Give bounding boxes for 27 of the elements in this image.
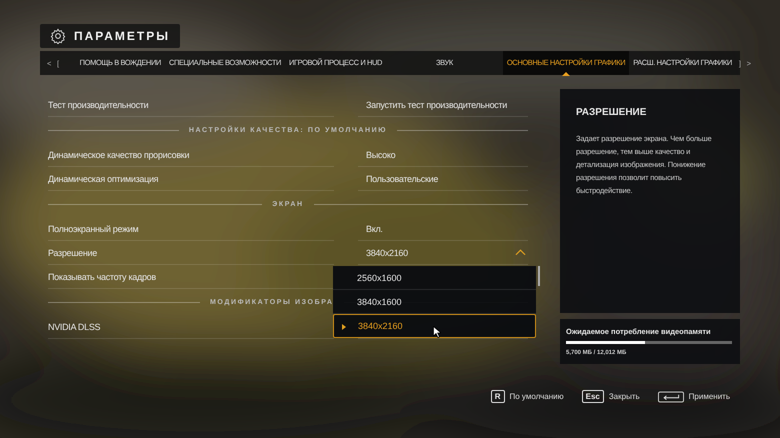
dropdown-option[interactable]: 3840x2160 [333, 314, 536, 338]
setting-label: Разрешение [48, 248, 97, 258]
setting-label: NVIDIA DLSS [48, 322, 100, 332]
setting-label: Полноэкранный режим [48, 224, 138, 234]
setting-label: Динамическое качество прорисовки [48, 150, 190, 160]
window-title: ПАРАМЕТРЫ [74, 29, 170, 43]
pointer-icon [342, 324, 346, 330]
enter-key-icon [658, 390, 684, 402]
dropdown-option[interactable]: 2560x1600 [333, 266, 536, 290]
dropdown-option[interactable]: 3840x1600 [333, 290, 536, 314]
hint-button[interactable]: Закрыть [608, 392, 640, 401]
settings-icon [50, 28, 66, 44]
setting-value[interactable]: 3840x2160 [366, 248, 408, 258]
hint-button[interactable]: Применить [688, 392, 730, 401]
setting-value[interactable]: Запустить тест производительности [366, 100, 508, 110]
setting-value[interactable]: Высоко [366, 150, 396, 160]
info-title: РАЗРЕШЕНИЕ [576, 107, 648, 118]
chevron-icon[interactable] [515, 249, 526, 256]
key-hint: R [490, 390, 504, 403]
scrollbar[interactable] [538, 266, 540, 286]
key-hint: Esc [582, 390, 604, 403]
setting-value[interactable]: Пользовательские [366, 174, 438, 184]
setting-label: Показывать частоту кадров [48, 272, 156, 282]
setting-label: Динамическая оптимизация [48, 174, 158, 184]
setting-value[interactable]: Вкл. [366, 224, 383, 234]
hint-button[interactable]: По умолчанию [510, 392, 564, 401]
setting-label: Тест производительности [48, 100, 148, 110]
